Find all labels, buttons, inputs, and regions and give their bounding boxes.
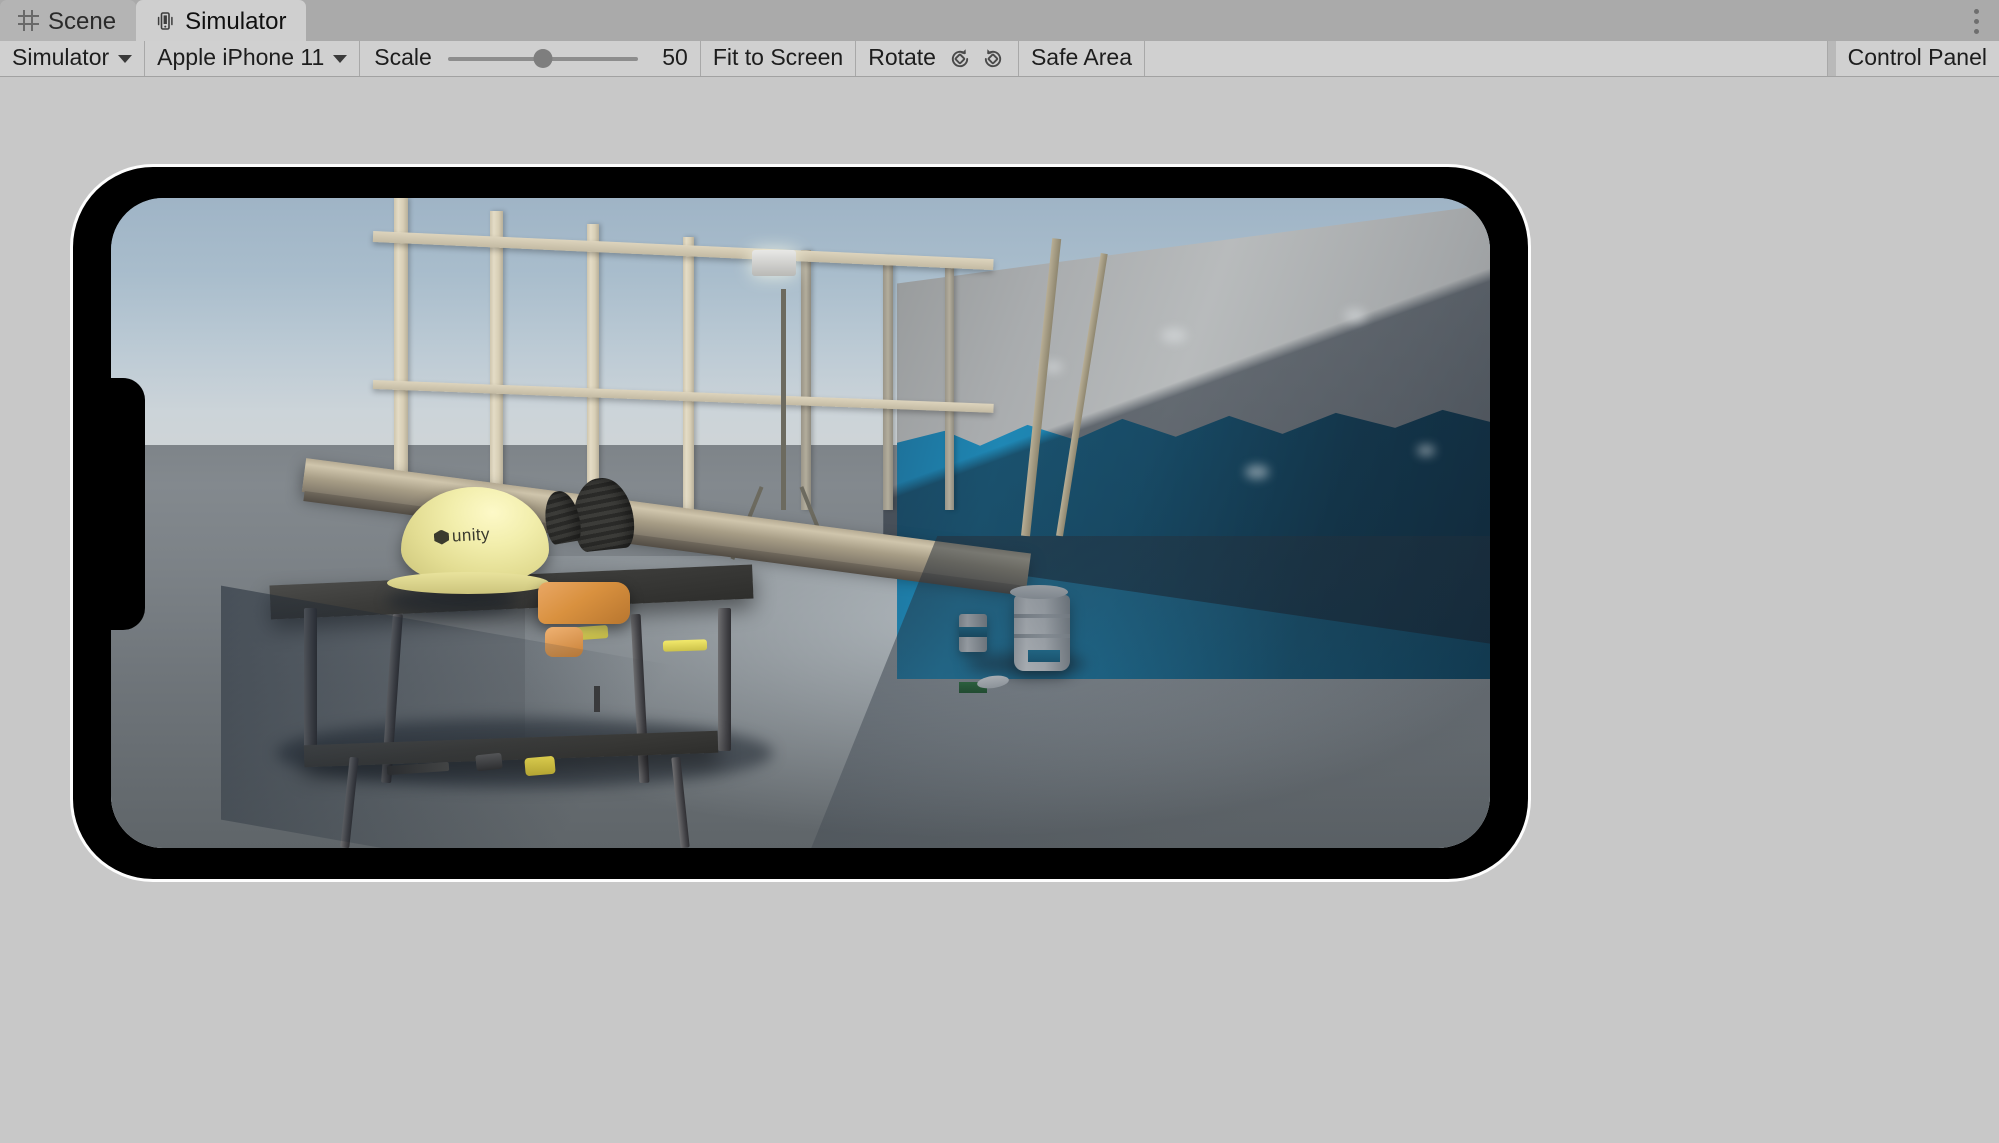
scene-work-light	[752, 250, 797, 276]
device-frame: unity	[73, 167, 1528, 879]
unity-simulator-window: Scene Simulator Simulator Apple iPhone 1…	[0, 0, 1999, 1143]
game-view-render: unity	[111, 198, 1490, 848]
kebab-menu-icon[interactable]	[1961, 5, 1991, 37]
scene-jigsaw-body	[538, 581, 631, 624]
safe-area-label: Safe Area	[1030, 44, 1132, 70]
tab-simulator[interactable]: Simulator	[136, 0, 307, 41]
safe-area-button[interactable]: Safe Area	[1018, 41, 1145, 76]
fit-to-screen-button[interactable]: Fit to Screen	[700, 41, 857, 76]
unity-logo-text: unity	[451, 524, 491, 546]
scene-hardhat-brim	[386, 571, 549, 594]
scale-value: 50	[662, 44, 688, 70]
toolbar-gap	[1827, 41, 1836, 76]
scene-stud-4	[683, 237, 695, 510]
chevron-down-icon	[118, 54, 133, 63]
tab-scene[interactable]: Scene	[0, 0, 137, 41]
control-panel-button[interactable]: Control Panel	[1835, 41, 1999, 76]
rotate-clockwise-icon[interactable]	[980, 46, 1006, 72]
simulator-viewport[interactable]: unity	[0, 77, 1999, 1143]
tab-bar-spacer	[306, 0, 1999, 41]
tab-simulator-label: Simulator	[185, 7, 287, 35]
kebab-dot-3	[1973, 28, 1979, 34]
scene-clamp-2	[662, 639, 707, 652]
tab-bar: Scene Simulator	[0, 0, 1999, 41]
tab-scene-label: Scene	[48, 7, 117, 35]
control-panel-label: Control Panel	[1847, 44, 1987, 70]
toolbar-filler	[1145, 41, 1828, 76]
scene-wall-spot-1	[1160, 328, 1187, 343]
scale-label: Scale	[374, 44, 432, 70]
scene-hardhat-unity-logo: unity	[433, 525, 490, 548]
scene-stud-5	[800, 250, 811, 510]
scene-wall-spot-2	[1343, 308, 1366, 322]
scene-stud-3	[586, 224, 599, 510]
scene-stud-2	[490, 211, 504, 504]
scene-stud-7	[945, 263, 955, 510]
device-select-dropdown[interactable]: Apple iPhone 11	[145, 41, 361, 76]
chevron-down-icon	[333, 54, 348, 63]
kebab-dot-2	[1973, 18, 1979, 24]
device-screen[interactable]: unity	[111, 198, 1490, 848]
kebab-dot-1	[1973, 8, 1979, 14]
simulator-mode-dropdown[interactable]: Simulator	[0, 41, 146, 76]
device-notch	[111, 378, 145, 630]
scene-stud-6	[883, 256, 894, 510]
scene-workbench-leg-2	[717, 607, 731, 751]
rotate-label: Rotate	[868, 44, 936, 70]
rotate-counter-clockwise-icon[interactable]	[947, 46, 973, 72]
device-icon	[154, 10, 176, 32]
scale-control-group: Scale 50	[360, 41, 701, 76]
fit-to-screen-label: Fit to Screen	[712, 44, 844, 70]
rotate-group: Rotate	[856, 41, 1019, 76]
unity-logo-icon	[433, 529, 449, 545]
scene-tripod-stem	[781, 289, 787, 510]
scale-slider-handle[interactable]	[533, 49, 553, 68]
simulator-mode-label: Simulator	[12, 44, 110, 70]
scene-wall-spot-5	[1416, 445, 1435, 456]
simulator-toolbar: Simulator Apple iPhone 11 Scale 50 Fit t…	[0, 41, 1999, 77]
device-select-label: Apple iPhone 11	[157, 44, 325, 70]
scene-wall-spot-4	[1245, 464, 1270, 479]
scale-slider[interactable]	[447, 49, 638, 68]
grid-icon	[18, 10, 39, 31]
